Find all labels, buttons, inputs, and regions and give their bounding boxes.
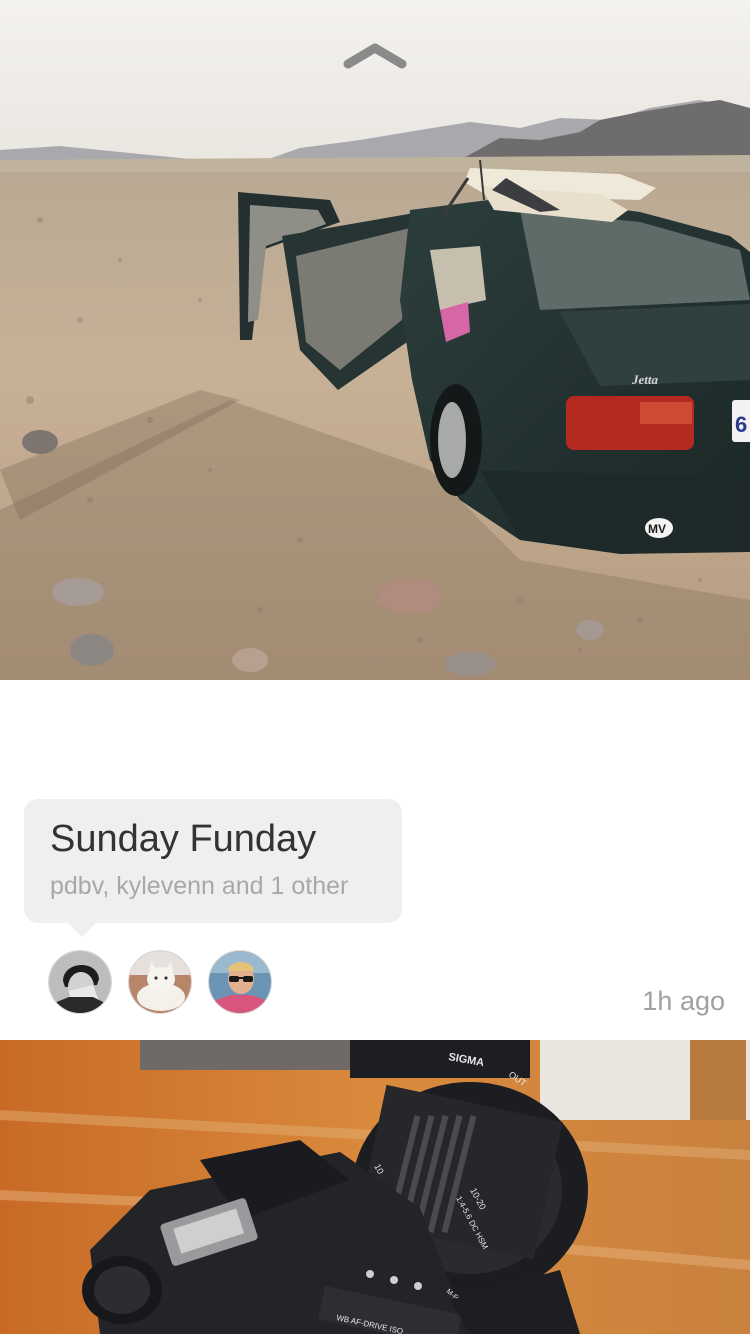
car-sticker-text: MV [648,522,666,536]
license-plate-text: 6 [735,412,747,437]
post-caption-bubble[interactable]: Sunday Funday pdbv, kylevenn and 1 other [24,799,402,937]
avatar[interactable] [208,950,272,1014]
post-photo-camera[interactable]: SIGMA OUT 10-20 1:4-5.6 DC HSM 10 WB AF-… [0,1040,750,1334]
chevron-up-icon[interactable] [340,38,410,74]
car-model-badge: Jetta [631,372,658,387]
avatar[interactable] [48,950,112,1014]
participant-avatars [48,950,272,1014]
post-title: Sunday Funday [50,818,317,860]
feed-screen: 6 Jetta MV Sunday Funday pdbv, kylevenn … [0,0,750,1334]
post-participants: pdbv, kylevenn and 1 other [50,872,349,900]
post-timestamp: 1h ago [642,986,725,1016]
post-photo-desert-car[interactable]: 6 Jetta MV [0,0,750,680]
avatar[interactable] [128,950,192,1014]
